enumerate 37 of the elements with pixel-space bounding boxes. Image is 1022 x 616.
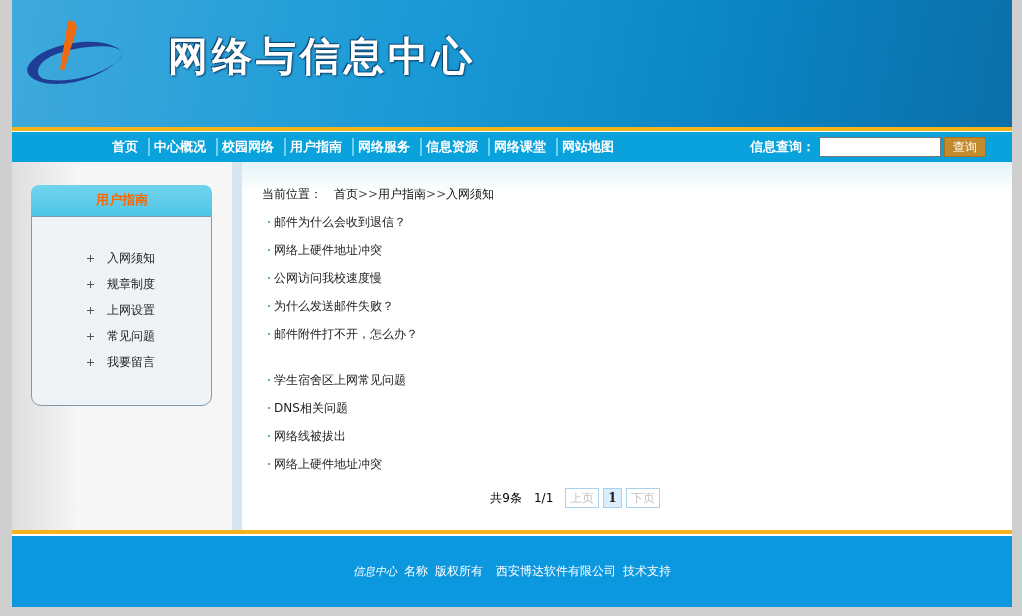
article-link[interactable]: 公网访问我校速度慢 [274,269,382,287]
sidebar-link[interactable]: 我要留言 [107,353,155,371]
plus-icon [87,332,94,340]
search-label: 信息查询： [750,138,815,156]
page-indicator: 1/1 [534,491,554,505]
sidebar-title: 用户指南 [31,185,212,216]
article-link[interactable]: 网络线被拔出 [274,427,346,445]
article-link[interactable]: 网络上硬件地址冲突 [274,455,382,473]
total-count: 共9条 [490,489,522,507]
breadcrumb-link[interactable]: 用户指南 [378,187,427,201]
sidebar-link[interactable]: 入网须知 [107,249,155,267]
article-link[interactable]: 为什么发送邮件失败？ [274,297,394,315]
sidebar-link[interactable]: 上网设置 [107,301,155,319]
article-link[interactable]: DNS相关问题 [274,399,348,417]
plus-icon [87,306,94,314]
breadcrumb-link[interactable]: 入网须知 [446,187,495,201]
site-title: 网络与信息中心 [168,32,476,81]
footer-text: 技术支持 [623,563,671,580]
plus-icon [87,280,94,288]
article-link[interactable]: 网络上硬件地址冲突 [274,241,382,259]
sidebar-link[interactable]: 常见问题 [107,327,155,345]
footer-brand: 信息中心 [353,564,397,579]
plus-icon [87,254,94,262]
breadcrumb-separator: >> [426,187,447,201]
breadcrumb-link[interactable]: 首页 [334,187,358,201]
plus-icon [87,358,94,366]
article-link[interactable]: 学生宿舍区上网常见问题 [274,371,406,389]
breadcrumb-label: 当前位置： [262,187,322,201]
article-link[interactable]: 邮件附件打不开，怎么办？ [274,325,418,343]
footer-text: 西安博达软件有限公司 [496,563,616,580]
search-field[interactable] [819,137,941,157]
article-link[interactable]: 邮件为什么会收到退信？ [274,213,406,231]
footer-text: 版权所有 [435,563,483,580]
pagination-button[interactable]: 1 [603,488,622,508]
breadcrumb-separator: >> [358,187,379,201]
sidebar-link[interactable]: 规章制度 [107,275,155,293]
footer-text: 名称 [404,563,428,580]
